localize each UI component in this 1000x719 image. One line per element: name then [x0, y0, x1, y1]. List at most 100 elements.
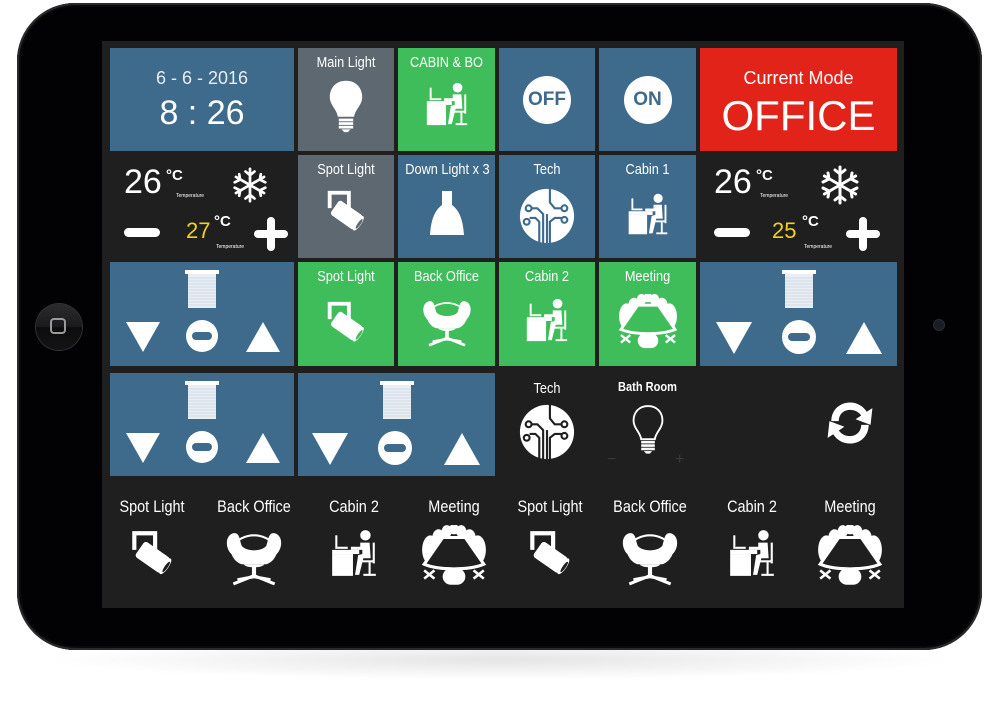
clock-tile: 6 - 6 - 2016 8 : 26	[110, 48, 294, 151]
bottom-spot-light-1[interactable]: Spot Light	[104, 491, 200, 601]
snowflake-icon	[820, 165, 860, 205]
blind-control-1	[110, 262, 294, 366]
current-mode-value: OFFICE	[721, 92, 876, 139]
bottom-cabin2-1[interactable]: Cabin 2	[306, 491, 402, 601]
control-panel-screen: 6 - 6 - 2016 8 : 26 Main Light CABIN & B…	[102, 41, 904, 608]
main-light-tile[interactable]: Main Light	[298, 48, 394, 151]
blind-control-3	[110, 373, 294, 476]
temp-decrease-button[interactable]	[714, 228, 750, 237]
home-square-icon	[50, 318, 66, 334]
cabin-bo-label: CABIN & BO	[410, 54, 483, 71]
spot-light-label: Spot Light	[317, 161, 375, 178]
blind-up-button[interactable]	[444, 431, 480, 467]
dim-down-button[interactable]: −	[607, 451, 616, 469]
setpoint-caption: Temperature	[216, 244, 245, 250]
bottom-label: Cabin 2	[727, 497, 777, 516]
window-blind-icon	[780, 270, 818, 310]
bottom-label: Spot Light	[119, 497, 185, 516]
refresh-tile[interactable]	[802, 381, 898, 471]
meeting-label: Meeting	[624, 268, 671, 285]
bath-room-tile[interactable]: Bath Room − +	[599, 373, 696, 476]
blind-up-button[interactable]	[246, 431, 280, 465]
pendant-lamp-icon	[427, 189, 467, 239]
bottom-spot-light-2[interactable]: Spot Light	[502, 491, 598, 601]
bottom-meeting-1[interactable]: Meeting	[404, 491, 504, 601]
off-button[interactable]: OFF	[523, 75, 571, 124]
temp-increase-button[interactable]	[254, 217, 288, 251]
current-temp-unit: °C	[756, 167, 773, 184]
circuit-icon	[518, 403, 576, 461]
conference-table-icon	[418, 525, 490, 587]
all-off-tile[interactable]: OFF	[499, 48, 595, 151]
temp-decrease-button[interactable]	[124, 228, 160, 237]
blind-down-button[interactable]	[126, 320, 160, 354]
dim-up-button[interactable]: +	[675, 451, 684, 469]
on-button[interactable]: ON	[623, 75, 672, 124]
desk-person-icon	[423, 80, 471, 128]
spotlight-icon	[126, 527, 178, 579]
climate-control-left: 26 °C Temperature 27 °C Temperature	[110, 155, 294, 258]
blind-stop-button[interactable]	[186, 431, 218, 463]
tech-tile[interactable]: Tech	[499, 155, 595, 258]
swan-chair-icon	[223, 525, 285, 587]
blind-control-4	[298, 373, 495, 476]
bottom-label: Back Office	[217, 497, 291, 516]
setpoint-unit: °C	[802, 213, 819, 230]
bottom-label: Meeting	[824, 497, 876, 516]
swan-chair-icon	[619, 525, 681, 587]
spotlight-icon	[322, 187, 370, 235]
tech-button-dark[interactable]: Tech	[499, 373, 595, 476]
current-temp-caption: Temperature	[176, 193, 205, 199]
temp-increase-button[interactable]	[846, 217, 880, 251]
spot-light-tile-2[interactable]: Spot Light	[298, 262, 394, 366]
down-light-tile[interactable]: Down Light x 3	[398, 155, 495, 258]
spotlight-icon	[322, 298, 370, 346]
blind-down-button[interactable]	[312, 431, 348, 467]
desk-person-icon	[523, 296, 571, 344]
back-office-tile[interactable]: Back Office	[398, 262, 495, 366]
bottom-label: Cabin 2	[329, 497, 379, 516]
current-mode-tile[interactable]: Current Mode OFFICE	[700, 48, 897, 151]
bottom-label: Spot Light	[517, 497, 583, 516]
bottom-back-office-1[interactable]: Back Office	[204, 491, 304, 601]
bottom-cabin2-2[interactable]: Cabin 2	[704, 491, 800, 601]
spot-light-tile-1[interactable]: Spot Light	[298, 155, 394, 258]
bottom-label: Back Office	[613, 497, 687, 516]
bulb-outline-icon	[631, 401, 665, 457]
bath-room-label: Bath Room	[618, 379, 677, 394]
cabin1-tile[interactable]: Cabin 1	[599, 155, 696, 258]
blind-stop-button[interactable]	[186, 320, 218, 352]
cabin-bo-tile[interactable]: CABIN & BO	[398, 48, 495, 151]
blind-down-button[interactable]	[126, 431, 160, 465]
time-text: 8 : 26	[159, 94, 245, 132]
meeting-tile[interactable]: Meeting	[599, 262, 696, 366]
blind-stop-button[interactable]	[782, 320, 816, 354]
setpoint-temp: 25	[772, 218, 797, 243]
blind-stop-button[interactable]	[378, 431, 412, 465]
bulb-icon	[328, 78, 364, 134]
conference-table-icon	[615, 294, 681, 350]
swan-chair-icon	[420, 294, 474, 348]
front-camera	[934, 320, 944, 330]
bottom-meeting-2[interactable]: Meeting	[800, 491, 900, 601]
snowflake-icon	[232, 167, 268, 203]
window-blind-icon	[185, 270, 219, 310]
setpoint-temp: 27	[186, 218, 211, 243]
date-text: 6 - 6 - 2016	[155, 68, 249, 88]
all-on-tile[interactable]: ON	[599, 48, 696, 151]
home-button[interactable]	[36, 304, 82, 350]
window-blind-icon	[378, 381, 416, 421]
blind-up-button[interactable]	[846, 320, 882, 356]
cabin2-tile[interactable]: Cabin 2	[499, 262, 595, 366]
cabin2-label: Cabin 2	[525, 268, 569, 285]
cabin1-label: Cabin 1	[625, 161, 670, 178]
blind-up-button[interactable]	[246, 320, 280, 354]
spot-light-label: Spot Light	[317, 268, 375, 285]
bottom-back-office-2[interactable]: Back Office	[600, 491, 700, 601]
climate-control-right: 26 °C Temperature 25 °C Temperature	[700, 155, 897, 258]
current-mode-label: Current Mode	[743, 68, 854, 88]
blind-down-button[interactable]	[716, 320, 752, 356]
current-temp-unit: °C	[166, 167, 183, 184]
spotlight-icon	[524, 527, 576, 579]
setpoint-unit: °C	[214, 213, 231, 230]
